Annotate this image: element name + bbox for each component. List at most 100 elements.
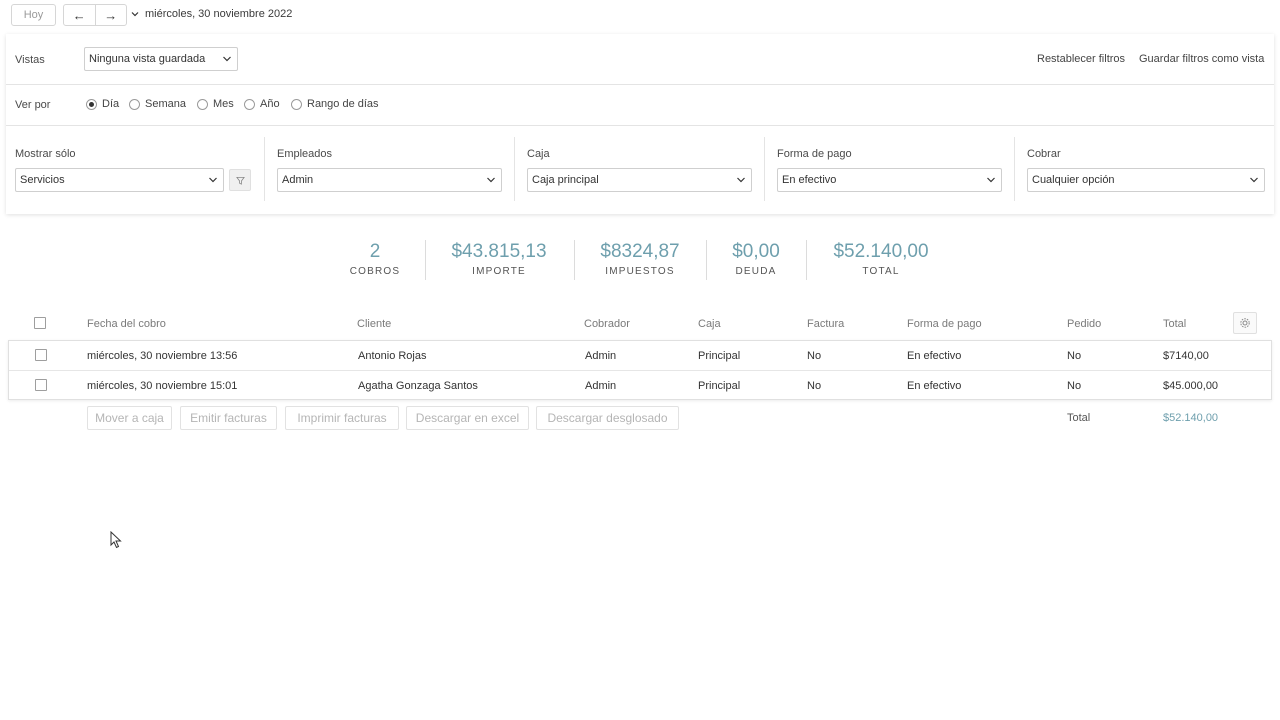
stat-debt: $0,00 DEUDA <box>722 240 790 277</box>
row-checkbox[interactable] <box>35 349 47 361</box>
collect-select[interactable]: Cualquier opción <box>1027 168 1265 192</box>
radio-year[interactable]: Año <box>244 98 280 110</box>
views-value: Ninguna vista guardada <box>89 53 206 65</box>
column-header-invoice[interactable]: Factura <box>807 318 844 330</box>
table-body: miércoles, 30 noviembre 13:56 Antonio Ro… <box>8 340 1272 400</box>
row-checkbox[interactable] <box>35 379 47 391</box>
divider <box>1014 137 1015 201</box>
views-label: Vistas <box>15 54 45 66</box>
radio-range[interactable]: Rango de días <box>291 98 379 110</box>
filter-button[interactable] <box>229 169 251 191</box>
total-label: Total <box>1067 412 1091 424</box>
view-by-label: Ver por <box>15 99 51 111</box>
stat-value: $0,00 <box>732 241 780 262</box>
download-excel-button[interactable]: Descargar en excel <box>406 406 529 430</box>
views-select[interactable]: Ninguna vista guardada <box>84 47 238 71</box>
column-header-cashbox[interactable]: Caja <box>698 318 721 330</box>
radio-month-icon <box>197 98 208 110</box>
table-row[interactable]: miércoles, 30 noviembre 15:01 Agatha Gon… <box>9 370 1271 400</box>
payment-select[interactable]: En efectivo <box>777 168 1002 192</box>
cell-payment: En efectivo <box>907 350 962 362</box>
chevron-down-icon <box>487 177 495 183</box>
stat-caption: IMPORTE <box>472 266 526 277</box>
divider <box>425 240 426 280</box>
column-header-client[interactable]: Cliente <box>357 318 391 330</box>
radio-week[interactable]: Semana <box>129 98 186 110</box>
column-header-payment[interactable]: Forma de pago <box>907 318 982 330</box>
stat-value: $52.140,00 <box>833 241 929 262</box>
cell-collector: Admin <box>585 380 617 392</box>
column-header-order[interactable]: Pedido <box>1067 318 1101 330</box>
cell-client: Agatha Gonzaga Santos <box>358 380 478 392</box>
cell-collector: Admin <box>585 350 617 362</box>
today-button[interactable]: Hoy <box>11 4 56 26</box>
employees-label: Empleados <box>277 148 333 160</box>
cell-total: $45.000,00 <box>1163 380 1219 392</box>
table-row[interactable]: miércoles, 30 noviembre 13:56 Antonio Ro… <box>9 341 1271 370</box>
stat-caption: IMPUESTOS <box>605 266 675 277</box>
stat-amount: $43.815,13 IMPORTE <box>440 240 558 277</box>
divider <box>574 240 575 280</box>
cell-total: $7140,00 <box>1163 350 1209 362</box>
date-picker[interactable]: miércoles, 30 noviembre 2022 <box>131 8 292 20</box>
collect-label: Cobrar <box>1027 148 1061 160</box>
payment-label: Forma de pago <box>777 148 852 160</box>
employees-select[interactable]: Admin <box>277 168 502 192</box>
show-only-select[interactable]: Servicios <box>15 168 224 192</box>
chevron-down-icon <box>131 12 139 17</box>
stat-caption: DEUDA <box>735 266 777 277</box>
radio-month[interactable]: Mes <box>197 98 234 110</box>
chevron-down-icon <box>987 177 995 183</box>
divider <box>806 240 807 280</box>
stat-caption: TOTAL <box>862 266 900 277</box>
divider <box>514 137 515 201</box>
stat-value: $8324,87 <box>600 241 680 262</box>
issue-invoices-button[interactable]: Emitir facturas <box>180 406 277 430</box>
prev-arrow-icon[interactable]: ← <box>64 5 95 25</box>
show-only-label: Mostrar sólo <box>15 148 76 160</box>
save-filters-link[interactable]: Guardar filtros como vista <box>1139 53 1264 65</box>
cell-date: miércoles, 30 noviembre 13:56 <box>87 350 238 362</box>
cell-client: Antonio Rojas <box>358 350 427 362</box>
divider <box>6 125 1274 126</box>
radio-range-icon <box>291 98 302 110</box>
stat-taxes: $8324,87 IMPUESTOS <box>590 240 690 277</box>
reset-filters-link[interactable]: Restablecer filtros <box>1037 53 1125 65</box>
radio-day-icon <box>86 98 97 110</box>
next-arrow-icon[interactable]: → <box>94 5 127 25</box>
stat-caption: COBROS <box>349 266 401 277</box>
cell-date: miércoles, 30 noviembre 15:01 <box>87 380 238 392</box>
print-invoices-button[interactable]: Imprimir facturas <box>285 406 399 430</box>
cell-invoice: No <box>807 380 822 392</box>
select-all-checkbox[interactable] <box>34 317 46 329</box>
download-breakdown-button[interactable]: Descargar desglosado <box>536 406 679 430</box>
stat-value: $43.815,13 <box>451 241 547 262</box>
cell-invoice: No <box>807 350 822 362</box>
cell-cashbox: Principal <box>698 350 741 362</box>
filter-panel: Vistas Ninguna vista guardada Restablece… <box>6 34 1274 214</box>
cell-order: No <box>1067 350 1082 362</box>
stat-value: 2 <box>369 241 381 262</box>
chevron-down-icon <box>223 56 231 62</box>
divider <box>706 240 707 280</box>
gear-icon <box>1240 318 1250 328</box>
cashbox-select[interactable]: Caja principal <box>527 168 752 192</box>
total-value: $52.140,00 <box>1163 412 1219 424</box>
divider <box>6 84 1274 85</box>
move-to-cashbox-button[interactable]: Mover a caja <box>87 406 172 430</box>
column-header-date[interactable]: Fecha del cobro <box>87 318 166 330</box>
chevron-down-icon <box>737 177 745 183</box>
table-settings-button[interactable] <box>1233 312 1257 334</box>
mouse-cursor-icon <box>110 531 122 549</box>
radio-day[interactable]: Día <box>86 98 119 110</box>
divider <box>264 137 265 201</box>
column-header-collector[interactable]: Cobrador <box>584 318 630 330</box>
date-label: miércoles, 30 noviembre 2022 <box>145 8 293 20</box>
radio-week-icon <box>129 98 140 110</box>
cashbox-label: Caja <box>527 148 550 160</box>
date-nav: ← → <box>63 4 127 26</box>
column-header-total[interactable]: Total <box>1163 318 1186 330</box>
cell-cashbox: Principal <box>698 380 741 392</box>
cell-order: No <box>1067 380 1082 392</box>
stat-count: 2 COBROS <box>340 240 410 277</box>
